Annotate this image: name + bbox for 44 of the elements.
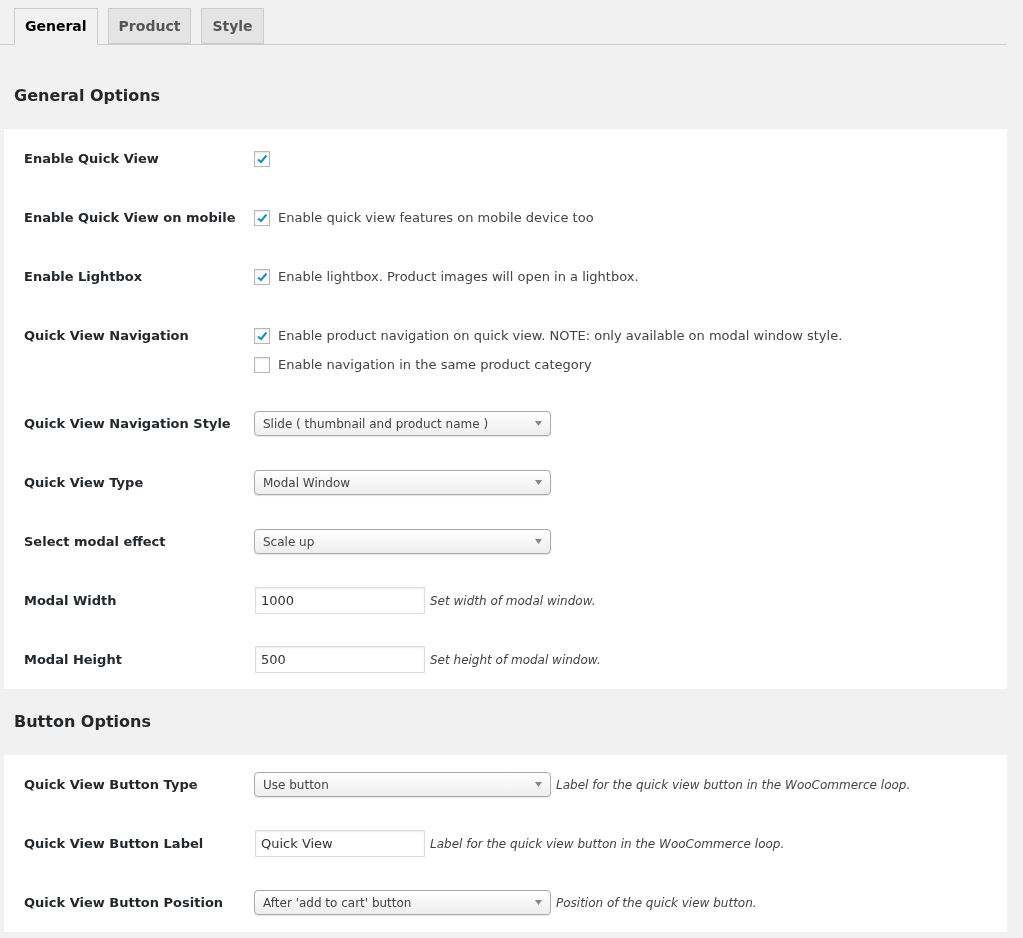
checkbox-label: Enable product navigation on quick view. NOTE: only available on modal window style. <box>278 326 843 345</box>
section-heading: Button Options <box>14 711 151 733</box>
field-label: Modal Width <box>24 592 118 610</box>
field-description: Position of the quick view button. <box>556 894 757 912</box>
checkbox-label: Enable lightbox. Product images will open in a lightbox. <box>278 267 639 286</box>
dropdown[interactable]: Slide ( thumbnail and product name ) <box>254 411 551 436</box>
field-label: Modal Height <box>24 651 123 669</box>
checkbox[interactable] <box>254 356 270 373</box>
dropdown-arrow-icon <box>535 421 542 426</box>
checkbox-label: Enable navigation in the same product category <box>278 355 592 374</box>
input-field[interactable]: 500 <box>255 646 425 673</box>
dropdown[interactable]: Modal Window <box>254 470 551 495</box>
input-field[interactable]: 1000 <box>255 587 425 614</box>
dropdown-arrow-icon <box>535 782 542 787</box>
field-label: Enable Quick View on mobile <box>24 209 237 227</box>
dropdown-arrow-icon <box>535 539 542 544</box>
field-description: Set width of modal window. <box>430 592 596 610</box>
field-label: Quick View Button Type <box>24 776 199 794</box>
dropdown-arrow-icon <box>535 480 542 485</box>
field-description: Label for the quick view button in the WooCommerce loop. <box>430 835 785 853</box>
checkbox[interactable] <box>254 268 270 285</box>
field-label: Enable Quick View <box>24 150 160 168</box>
field-description: Set height of modal window. <box>430 651 601 669</box>
field-label: Select modal effect <box>24 533 167 551</box>
section-heading: General Options <box>14 85 161 107</box>
dropdown-arrow-icon <box>535 900 542 905</box>
checkbox[interactable] <box>254 327 270 344</box>
dropdown[interactable]: Use button <box>254 772 551 797</box>
checkbox[interactable] <box>254 209 270 226</box>
checkbox-label: Enable quick view features on mobile device too <box>278 208 594 227</box>
checkbox[interactable] <box>254 150 270 167</box>
field-label: Quick View Button Label <box>24 835 205 853</box>
field-label: Quick View Type <box>24 474 145 492</box>
tab[interactable]: General <box>14 8 98 45</box>
field-label: Quick View Navigation <box>24 327 190 345</box>
input-field[interactable]: Quick View <box>255 830 425 857</box>
field-label: Enable Lightbox <box>24 268 144 286</box>
tab[interactable]: Product <box>107 8 192 44</box>
tab[interactable]: Style <box>201 8 264 44</box>
dropdown[interactable]: Scale up <box>254 529 551 554</box>
field-description: Label for the quick view button in the WooCommerce loop. <box>556 776 911 794</box>
dropdown[interactable]: After 'add to cart' button <box>254 890 551 915</box>
field-label: Quick View Button Position <box>24 894 225 912</box>
field-label: Quick View Navigation Style <box>24 415 232 433</box>
